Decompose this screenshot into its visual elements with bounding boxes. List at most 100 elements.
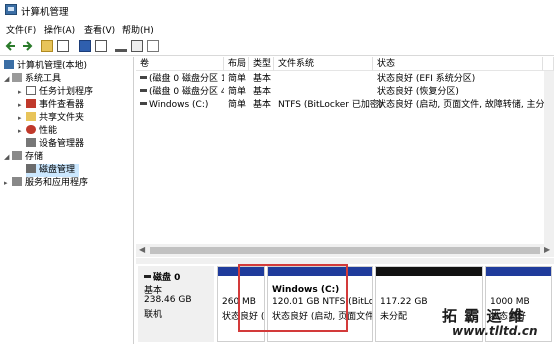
connect-icon[interactable] <box>115 40 127 52</box>
volume-type: 基本 <box>253 87 272 97</box>
volume-status: 状态良好 (EFI 系统分区) <box>377 74 476 84</box>
event-viewer-icon <box>26 99 36 108</box>
volume-icon <box>140 76 147 79</box>
tree-item-label: 系统工具 <box>25 74 62 84</box>
title-bar: 计算机管理 <box>0 0 554 20</box>
check-icon[interactable] <box>131 40 143 52</box>
back-arrow-icon[interactable] <box>5 40 17 52</box>
watermark-title: 拓 霸 运 维 <box>442 307 525 325</box>
window-title: 计算机管理 <box>21 7 69 18</box>
volume-list: 卷 布局 类型 文件系统 状态 (磁盘 0 磁盘分区 1) 简单 基本 状态良好… <box>136 57 554 257</box>
unallocated-highlight-box <box>238 264 348 332</box>
disk-icon <box>144 275 151 278</box>
tree-item-performance[interactable]: ▸ 性能 <box>18 125 57 138</box>
table-row[interactable]: (磁盘 0 磁盘分区 4) 简单 基本 状态良好 (恢复分区) <box>136 86 554 99</box>
table-row[interactable]: (磁盘 0 磁盘分区 1) 简单 基本 状态良好 (EFI 系统分区) <box>136 73 554 86</box>
partition-size: 117.22 GB <box>380 297 428 307</box>
menu-help[interactable]: 帮助(H) <box>122 23 154 36</box>
volume-layout: 简单 <box>228 87 247 97</box>
volume-status: 状态良好 (恢复分区) <box>377 87 459 97</box>
partition-bar <box>486 267 551 276</box>
tree-root-label: 计算机管理(本地) <box>17 61 88 71</box>
horizontal-scrollbar[interactable]: ◀ ▶ <box>136 244 554 257</box>
tree-item-label: 存储 <box>25 152 44 162</box>
tree-item-shared-folders[interactable]: ▸ 共享文件夹 <box>18 112 84 125</box>
show-hide-tree-icon[interactable] <box>57 40 69 52</box>
menu-action[interactable]: 操作(A) <box>44 23 75 36</box>
disk-info[interactable]: 磁盘 0 基本 238.46 GB 联机 <box>138 266 214 342</box>
storage-icon <box>12 151 22 160</box>
scroll-right-icon[interactable]: ▶ <box>544 245 550 254</box>
menu-view[interactable]: 查看(V) <box>84 23 115 36</box>
disk-state: 联机 <box>144 310 163 320</box>
expand-icon[interactable]: ▸ <box>18 112 26 125</box>
computer-icon <box>4 60 14 69</box>
properties-icon[interactable] <box>95 40 107 52</box>
tree-item-services-apps[interactable]: ▸ 服务和应用程序 <box>4 177 88 190</box>
scrollbar-thumb[interactable] <box>150 247 540 254</box>
volume-layout: 简单 <box>228 74 247 84</box>
disk-icon <box>26 164 36 173</box>
tree-item-label: 事件查看器 <box>39 100 85 110</box>
tree-item-label: 任务计划程序 <box>39 87 94 97</box>
vertical-scrollbar[interactable] <box>544 71 554 244</box>
tree-item-storage[interactable]: ◢ 存储 <box>4 151 43 164</box>
volume-name: Windows (C:) <box>149 100 209 110</box>
volume-type: 基本 <box>253 100 272 110</box>
table-row[interactable]: Windows (C:) 简单 基本 NTFS (BitLocker 已加密) … <box>136 99 554 112</box>
tree-item-label: 磁盘管理 <box>39 165 76 175</box>
volume-type: 基本 <box>253 74 272 84</box>
help-icon[interactable] <box>79 40 91 52</box>
tree-item-label: 设备管理器 <box>39 139 85 149</box>
volume-filesystem: NTFS (BitLocker 已加密) <box>278 100 383 110</box>
column-header-filesystem[interactable]: 文件系统 <box>274 57 373 71</box>
computer-management-icon <box>5 4 17 15</box>
volume-status: 状态良好 (启动, 页面文件, 故障转储, 主分区) <box>377 100 547 110</box>
clock-icon <box>26 86 36 95</box>
services-icon <box>12 177 22 186</box>
forward-arrow-icon[interactable] <box>21 40 33 52</box>
column-header-type[interactable]: 类型 <box>249 57 274 71</box>
performance-icon <box>26 125 36 134</box>
expand-icon[interactable]: ▸ <box>4 177 12 190</box>
volume-layout: 简单 <box>228 100 247 110</box>
column-header-status[interactable]: 状态 <box>373 57 543 71</box>
shared-folder-icon <box>26 112 36 121</box>
volume-icon <box>140 89 147 92</box>
volume-name: (磁盘 0 磁盘分区 1) <box>149 74 224 84</box>
column-header-layout[interactable]: 布局 <box>224 57 249 71</box>
tree-item-system-tools[interactable]: ◢ 系统工具 <box>4 73 61 86</box>
scroll-left-icon[interactable]: ◀ <box>139 245 145 254</box>
partition-status: 未分配 <box>380 312 408 322</box>
tree-root[interactable]: 计算机管理(本地) <box>4 60 87 73</box>
tree-item-disk-management[interactable]: 磁盘管理 <box>26 164 80 177</box>
column-header-volume[interactable]: 卷 <box>136 57 224 71</box>
tree-item-device-manager[interactable]: 设备管理器 <box>26 138 84 151</box>
expand-icon[interactable]: ▸ <box>18 86 26 99</box>
tree-item-event-viewer[interactable]: ▸ 事件查看器 <box>18 99 84 112</box>
disk-name-row: 磁盘 0 <box>144 270 180 283</box>
volume-name: (磁盘 0 磁盘分区 4) <box>149 87 224 97</box>
menu-file[interactable]: 文件(F) <box>6 23 36 36</box>
up-folder-icon[interactable] <box>41 40 53 52</box>
toolbar <box>0 36 554 56</box>
watermark-url: www.tlltd.cn <box>452 324 538 338</box>
column-header-extra[interactable] <box>543 57 554 71</box>
tree-item-label: 服务和应用程序 <box>25 178 89 188</box>
tree-item-label: 共享文件夹 <box>39 113 85 123</box>
list-icon[interactable] <box>147 40 159 52</box>
collapse-icon[interactable]: ◢ <box>4 73 12 86</box>
navigation-tree: 计算机管理(本地) ◢ 系统工具 ▸ 任务计划程序 ▸ 事件查看器 ▸ 共享文件夹 ▸ 性… <box>0 57 134 344</box>
tree-item-label: 性能 <box>39 126 58 136</box>
tree-item-task-scheduler[interactable]: ▸ 任务计划程序 <box>18 86 93 99</box>
partition-bar <box>376 267 482 276</box>
expand-icon[interactable]: ▸ <box>18 125 26 138</box>
expand-icon[interactable]: ▸ <box>18 99 26 112</box>
volume-icon <box>140 102 147 105</box>
tools-icon <box>12 73 22 82</box>
disk-size: 238.46 GB <box>144 295 192 305</box>
collapse-icon[interactable]: ◢ <box>4 151 12 164</box>
device-manager-icon <box>26 138 36 147</box>
disk-name: 磁盘 0 <box>153 273 181 283</box>
menu-bar: 文件(F) 操作(A) 查看(V) 帮助(H) <box>0 20 554 36</box>
